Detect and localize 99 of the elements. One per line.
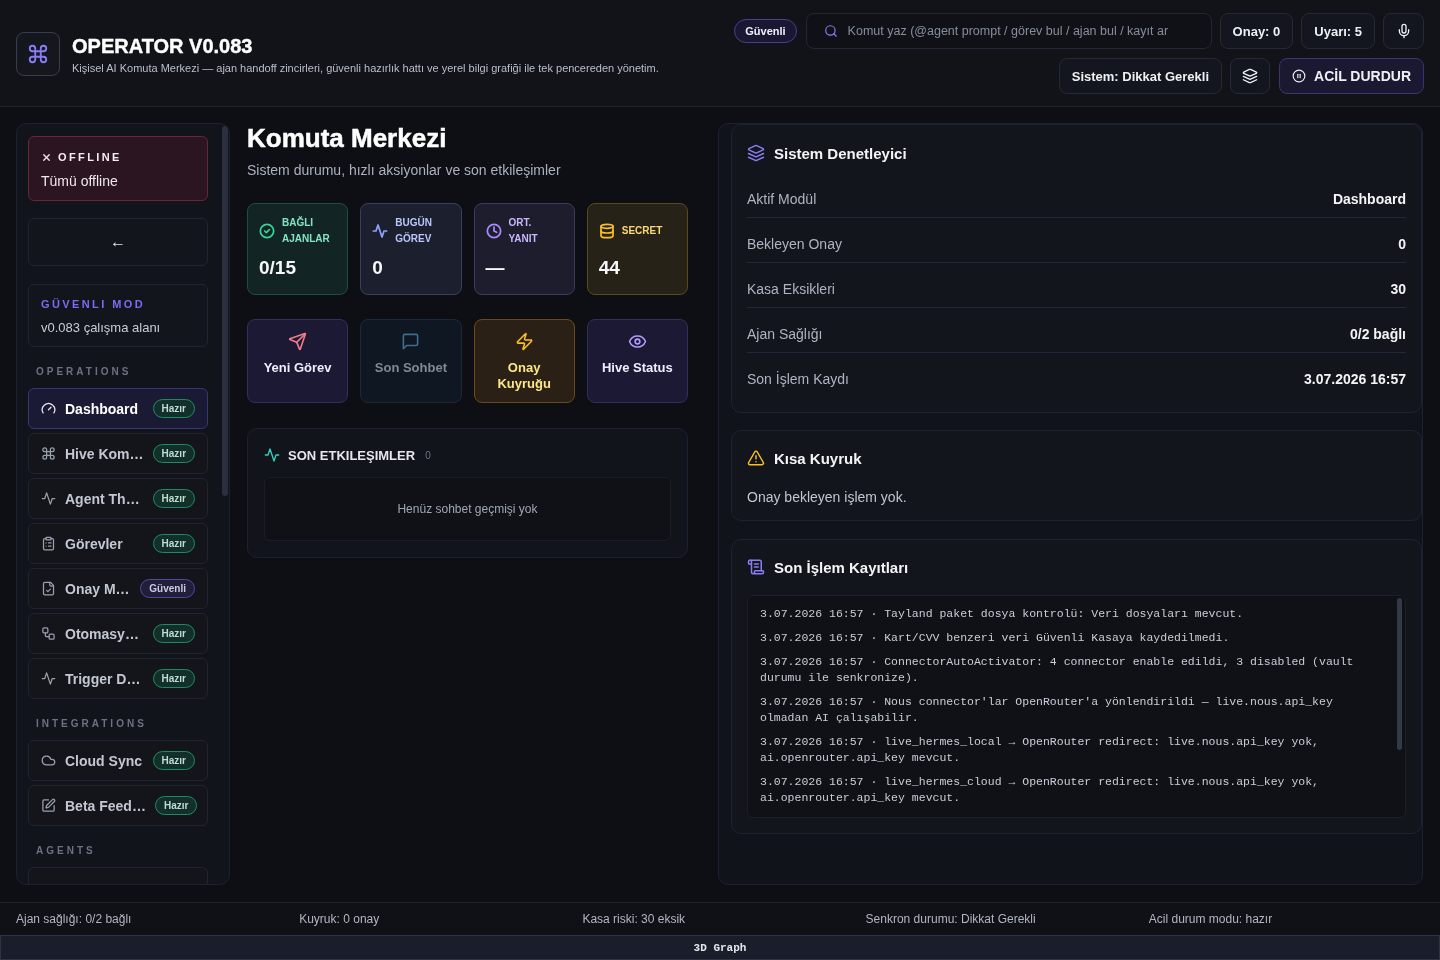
row-label: Aktif Modül bbox=[747, 191, 817, 208]
status-badge: Hazır bbox=[152, 624, 195, 643]
card-title: Son İşlem Kayıtları bbox=[774, 558, 909, 576]
microphone-button[interactable] bbox=[1383, 13, 1424, 49]
stat-value: 0/15 bbox=[259, 257, 297, 279]
app-title: OPERATOR V0.083 bbox=[72, 33, 254, 58]
scrollbar-thumb[interactable] bbox=[1397, 598, 1402, 750]
cloud-icon bbox=[41, 753, 56, 768]
count-label: 0 bbox=[425, 449, 431, 461]
status-badge: Hazır bbox=[152, 399, 195, 418]
status-text: Senkron durumu: Dikkat Gerekli bbox=[865, 912, 1037, 926]
section-title: SON ETKILEŞIMLER bbox=[288, 447, 416, 463]
safe-mode-text: v0.083 çalışma alanı bbox=[41, 319, 162, 336]
nav-item[interactable]: Beta Feed… Hazır bbox=[28, 785, 208, 826]
status-badge: Hazır bbox=[154, 796, 198, 815]
counter-button[interactable]: Onay: 0 bbox=[1219, 13, 1294, 49]
pulse-line-icon bbox=[41, 671, 56, 686]
offline-text: Tümü offline bbox=[41, 172, 119, 190]
stat-label: BAĞLI AJANLAR bbox=[282, 215, 331, 246]
row-value: 30 bbox=[1390, 281, 1406, 298]
section-label: INTEGRATIONS bbox=[36, 718, 148, 730]
pulse-line-icon bbox=[264, 447, 280, 463]
log-entry: 3.07.2026 16:57 · live_hermes_cloud → OpenRouter redirect: live.nous.api_key yok, ai.openrouter.api_key mevcut. bbox=[760, 774, 1320, 806]
nav-item[interactable]: Trigger D… Hazır bbox=[28, 658, 208, 699]
row-value: 3.07.2026 16:57 bbox=[1304, 371, 1406, 388]
stat-label: BUGÜN GÖREV bbox=[395, 215, 433, 246]
status-badge: Hazır bbox=[152, 669, 195, 688]
layers-icon bbox=[747, 144, 765, 162]
stat-label: ORT. YANIT bbox=[508, 216, 539, 246]
pause-icon bbox=[1292, 69, 1307, 83]
row-value: 0 bbox=[1398, 236, 1406, 253]
status-text: Kasa riski: 30 eksik bbox=[582, 912, 687, 926]
empty-state-message: Henüz sohbet geçmişi yok bbox=[264, 477, 671, 541]
section-label: AGENTS bbox=[36, 845, 97, 857]
layers-icon bbox=[1242, 68, 1259, 84]
nav-item[interactable]: Onay M… Güvenli bbox=[28, 568, 208, 609]
nav-item[interactable]: Agent Th… Hazır bbox=[28, 478, 208, 519]
status-text: Ajan sağlığı: 0/2 bağlı bbox=[16, 912, 133, 926]
warning-icon bbox=[747, 449, 765, 467]
row-value: 0/2 bağlı bbox=[1349, 326, 1406, 343]
safe-mode-title: GÜVENLI MOD bbox=[41, 297, 146, 311]
app-subtitle: Kişisel AI Komuta Merkezi — ajan handoff zincirleri, güvenli hazırlık hattı ve yerel bilgi grafiği ile tek pencereden yönetim. bbox=[72, 60, 659, 75]
back-button[interactable]: ← bbox=[28, 218, 208, 266]
row-label: Ajan Sağlığı bbox=[747, 326, 823, 343]
status-badge: Hazır bbox=[152, 751, 195, 770]
log-entry: 3.07.2026 16:57 · Tayland paket dosya kontrolü: Veri dosyaları mevcut. bbox=[760, 606, 1245, 622]
stat-value: 0 bbox=[372, 257, 384, 279]
gauge-icon bbox=[41, 401, 56, 416]
row-label: Bekleyen Onay bbox=[747, 236, 842, 253]
log-entry: 3.07.2026 16:57 · ConnectorAutoActivator: 4 connector enable edildi, 3 disabled (vault durumu ile senkronize). bbox=[760, 654, 1355, 686]
queue-message: Onay bekleyen işlem yok. bbox=[747, 488, 908, 507]
quick-action-button[interactable]: Onay Kuyruğu bbox=[473, 319, 575, 403]
page-title: Komuta Merkezi bbox=[247, 123, 448, 154]
row-label: Son İşlem Kaydı bbox=[747, 371, 849, 388]
clipboard-icon bbox=[41, 536, 56, 551]
graph-button[interactable]: 3D Graph bbox=[0, 935, 1440, 960]
stat-label: SECRET bbox=[621, 224, 664, 238]
stat-value: — bbox=[485, 257, 506, 279]
search-field[interactable]: Komut yaz (@agent prompt / görev bul / ajan bul / kayıt ar bbox=[805, 13, 1212, 49]
edit-icon bbox=[41, 798, 56, 813]
card-title: Kısa Kuyruk bbox=[774, 449, 862, 467]
nav-item[interactable]: Hive Kom… Hazır bbox=[28, 433, 208, 474]
scroll-icon bbox=[747, 558, 765, 576]
scrollbar-thumb[interactable] bbox=[222, 126, 228, 496]
status-badge: Güvenli bbox=[140, 579, 195, 598]
command-icon bbox=[41, 446, 56, 461]
log-entry: 3.07.2026 16:57 · Nous connector'lar OpenRouter'a yönlendirildi — live.nous.api_key olmadan AI çalışabilir. bbox=[760, 694, 1334, 726]
cross-icon bbox=[41, 151, 52, 163]
status-badge: Hazır bbox=[152, 489, 195, 508]
emergency-stop-button[interactable]: ACİL DURDUR bbox=[1279, 58, 1424, 94]
quick-action-button[interactable]: Hive Status bbox=[586, 319, 688, 403]
workflow-icon bbox=[41, 626, 56, 641]
quick-action-button[interactable]: Yeni Görev bbox=[247, 319, 349, 403]
status-badge: Hazır bbox=[152, 444, 196, 463]
card-title: Sistem Denetleyici bbox=[774, 144, 907, 162]
nav-item[interactable]: Dashboard Hazır bbox=[28, 388, 208, 429]
offline-title: OFFLINE bbox=[58, 150, 122, 164]
pulse-line-icon bbox=[41, 491, 56, 506]
status-badge: Hazır bbox=[152, 534, 195, 553]
mode-pill: Güvenli bbox=[734, 19, 797, 43]
stat-value: 44 bbox=[598, 257, 621, 279]
logo-icon bbox=[16, 32, 60, 76]
file-check-icon bbox=[41, 581, 56, 596]
log-entry: 3.07.2026 16:57 · Kart/CVV benzeri veri Güvenli Kasaya kaydedilmedi. bbox=[760, 630, 1231, 646]
counter-button[interactable]: Uyarı: 5 bbox=[1301, 13, 1375, 49]
status-text: Kuyruk: 0 onay bbox=[299, 912, 381, 926]
search-icon bbox=[823, 24, 838, 38]
page-subtitle: Sistem durumu, hızlı aksiyonlar ve son etkileşimler bbox=[247, 161, 562, 180]
nav-item[interactable]: Cloud Sync Hazır bbox=[28, 740, 208, 781]
nav-item[interactable]: Otomasy… Hazır bbox=[28, 613, 208, 654]
row-label: Kasa Eksikleri bbox=[747, 281, 835, 298]
nav-item[interactable]: Görevler Hazır bbox=[28, 523, 208, 564]
section-label: OPERATIONS bbox=[36, 366, 133, 378]
system-status-button[interactable]: Sistem: Dikkat Gerekli bbox=[1058, 58, 1223, 94]
status-text: Acil durum modu: hazır bbox=[1148, 912, 1274, 926]
log-entry: 3.07.2026 16:57 · live_hermes_local → OpenRouter redirect: live.nous.api_key yok, ai.openrouter.api_key mevcut. bbox=[760, 734, 1320, 766]
row-value: Dashboard bbox=[1332, 191, 1406, 208]
layers-button[interactable] bbox=[1230, 58, 1271, 94]
nav-item[interactable] bbox=[28, 867, 208, 884]
